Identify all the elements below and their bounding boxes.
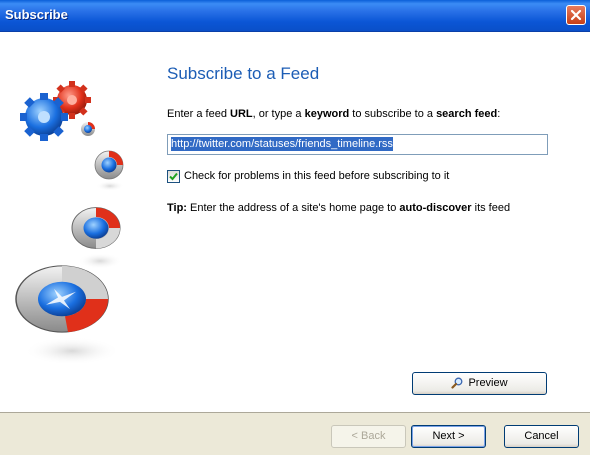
wizard-footer: < Back Next > Cancel <box>0 412 590 455</box>
close-icon <box>570 9 582 21</box>
tip-text: Tip: Enter the address of a site's home … <box>167 202 511 214</box>
next-button[interactable]: Next > <box>411 425 486 448</box>
preview-button[interactable]: Preview <box>412 372 547 395</box>
close-button[interactable] <box>566 5 586 25</box>
window-title: Subscribe <box>5 7 68 22</box>
check-problems-checkbox[interactable] <box>167 170 180 183</box>
back-button[interactable]: < Back <box>331 425 406 448</box>
feed-url-value: http://twitter.com/statuses/friends_time… <box>171 137 393 151</box>
subscribe-dialog: Subscribe Subscribe to a Feed Enter a fe… <box>0 0 590 455</box>
instruction-text: Enter a feed URL, or type a keyword to s… <box>167 108 501 120</box>
checkmark-icon <box>169 172 178 181</box>
title-bar: Subscribe <box>0 0 590 32</box>
feed-url-input[interactable]: http://twitter.com/statuses/friends_time… <box>167 134 548 155</box>
check-problems-label: Check for problems in this feed before s… <box>184 170 450 182</box>
preview-label: Preview <box>468 377 508 389</box>
cancel-button[interactable]: Cancel <box>504 425 579 448</box>
page-title: Subscribe to a Feed <box>167 64 320 83</box>
magnifier-icon <box>451 377 463 389</box>
gears-icon <box>15 81 124 365</box>
